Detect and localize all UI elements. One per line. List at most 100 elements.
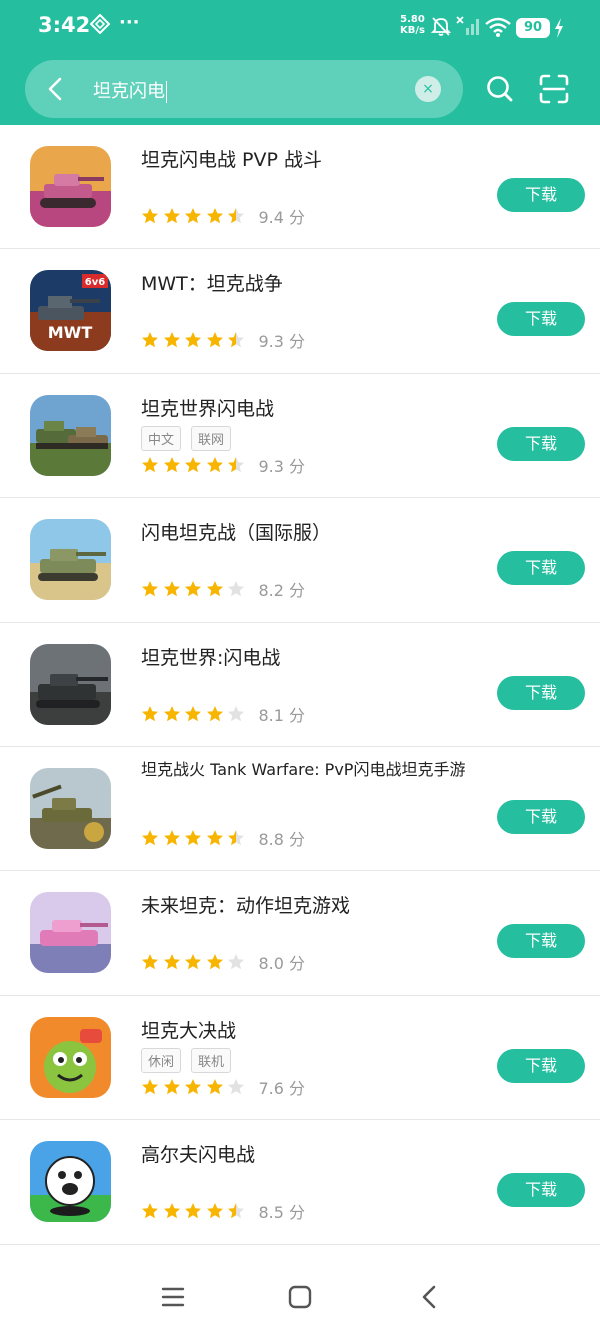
app-icon[interactable] xyxy=(30,767,111,849)
star-full-icon xyxy=(141,953,159,971)
rating-score: 8.5 分 xyxy=(258,1203,306,1223)
scan-icon[interactable] xyxy=(539,74,569,108)
star-empty-icon xyxy=(227,705,245,723)
star-full-icon xyxy=(163,207,181,225)
list-item[interactable]: 坦克世界闪电战 中文 联网 9.3 分 下载 xyxy=(0,374,600,499)
home-icon[interactable] xyxy=(288,1285,312,1313)
star-full-icon xyxy=(206,456,224,474)
star-full-icon xyxy=(163,331,181,349)
app-icon[interactable] xyxy=(30,892,111,974)
rating-score: 9.3 分 xyxy=(258,456,306,476)
star-full-icon xyxy=(184,331,202,349)
download-button[interactable]: 下载 xyxy=(497,178,585,212)
star-half-icon xyxy=(227,456,245,474)
app-name[interactable]: 闪电坦克战（国际服） xyxy=(141,520,481,546)
download-button[interactable]: 下载 xyxy=(497,924,585,959)
app-icon[interactable] xyxy=(30,146,111,227)
app-name[interactable]: 坦克世界闪电战 xyxy=(141,396,481,422)
list-item[interactable]: 未来坦克：动作坦克游戏 8.0 分 下载 xyxy=(0,871,600,996)
app-tags: 休闲 联机 xyxy=(141,1047,241,1073)
star-full-icon xyxy=(184,207,202,225)
star-full-icon xyxy=(206,1202,224,1220)
list-item[interactable]: 闪电坦克战（国际服） 8.2 分 下载 xyxy=(0,498,600,623)
clear-icon[interactable]: × xyxy=(415,76,441,102)
search-box[interactable]: 坦克闪电 × xyxy=(25,60,463,118)
star-full-icon xyxy=(184,456,202,474)
wifi-icon xyxy=(485,17,511,41)
app-icon[interactable] xyxy=(30,1016,111,1098)
app-name[interactable]: 坦克大决战 xyxy=(141,1018,481,1044)
more-notifications-icon: ··· xyxy=(119,12,140,33)
star-half-icon xyxy=(227,1202,245,1220)
download-button[interactable]: 下载 xyxy=(497,1048,585,1083)
star-full-icon xyxy=(163,456,181,474)
list-item[interactable]: 坦克战火 Tank Warfare: PvP闪电战坦克手游 8.8 分 下载 xyxy=(0,747,600,872)
app-icon[interactable]: 6v6 MWT xyxy=(30,270,111,352)
text-caret xyxy=(166,81,167,103)
rating-score: 8.0 分 xyxy=(258,954,306,974)
rating-score: 8.1 分 xyxy=(258,705,306,725)
app-tag: 休闲 xyxy=(141,1047,182,1073)
app-icon[interactable] xyxy=(30,519,111,601)
app-name[interactable]: 坦克战火 Tank Warfare: PvP闪电战坦克手游 xyxy=(141,758,481,781)
star-full-icon xyxy=(184,580,202,598)
list-item[interactable]: 坦克闪电战 PVP 战斗 9.4 分 下载 xyxy=(0,125,600,250)
star-full-icon xyxy=(141,1078,159,1096)
list-item[interactable]: 坦克大决战 休闲 联机 7.6 分 下载 xyxy=(0,996,600,1121)
download-button[interactable]: 下载 xyxy=(497,551,585,586)
status-bar: 3:42 ··· 5.80 KB/s 90 xyxy=(0,0,600,56)
search-input[interactable]: 坦克闪电 xyxy=(93,77,167,103)
app-name[interactable]: 未来坦克：动作坦克游戏 xyxy=(141,893,481,919)
star-full-icon xyxy=(163,829,181,847)
app-icon[interactable] xyxy=(30,394,111,476)
app-name[interactable]: MWT：坦克战争 xyxy=(141,271,481,297)
app-icon[interactable] xyxy=(30,643,111,725)
rating: 9.4 分 xyxy=(141,205,305,227)
star-full-icon xyxy=(163,953,181,971)
rating: 9.3 分 xyxy=(141,454,305,476)
rating: 8.8 分 xyxy=(141,827,305,849)
app-name[interactable]: 坦克世界:闪电战 xyxy=(141,645,481,671)
star-full-icon xyxy=(184,953,202,971)
rating: 8.1 分 xyxy=(141,703,305,725)
menu-icon[interactable] xyxy=(161,1285,185,1313)
app-tag: 中文 xyxy=(141,425,182,451)
star-half-icon xyxy=(227,207,245,225)
app-name[interactable]: 高尔夫闪电战 xyxy=(141,1142,481,1168)
star-full-icon xyxy=(163,580,181,598)
nav-back-icon[interactable] xyxy=(418,1284,440,1314)
star-full-icon xyxy=(206,580,224,598)
list-item[interactable]: 6v6 MWT MWT：坦克战争 9.3 分 下载 xyxy=(0,249,600,374)
rating-score: 9.3 分 xyxy=(258,332,306,352)
app-icon[interactable] xyxy=(30,1141,111,1223)
app-name[interactable]: 坦克闪电战 PVP 战斗 xyxy=(141,147,481,173)
download-button[interactable]: 下载 xyxy=(497,302,585,337)
app-tags: 中文 联网 xyxy=(141,425,241,451)
star-full-icon xyxy=(184,705,202,723)
star-full-icon xyxy=(206,705,224,723)
star-full-icon xyxy=(163,705,181,723)
svg-text:MWT: MWT xyxy=(48,323,93,342)
star-full-icon xyxy=(141,1202,159,1220)
list-item[interactable]: 坦克世界:闪电战 8.1 分 下载 xyxy=(0,623,600,747)
download-button[interactable]: 下载 xyxy=(497,675,585,710)
download-button[interactable]: 下载 xyxy=(497,799,585,834)
star-full-icon xyxy=(184,1078,202,1096)
star-full-icon xyxy=(141,705,159,723)
download-button[interactable]: 下载 xyxy=(497,426,585,461)
mute-icon xyxy=(430,15,452,41)
back-icon[interactable] xyxy=(43,76,69,106)
battery-level: 90 xyxy=(516,18,550,38)
svg-text:6v6: 6v6 xyxy=(85,277,105,288)
app-tag: 联机 xyxy=(191,1047,232,1073)
download-button[interactable]: 下载 xyxy=(497,1173,585,1208)
star-full-icon xyxy=(163,1078,181,1096)
star-empty-icon xyxy=(227,1078,245,1096)
search-query: 坦克闪电 xyxy=(93,81,165,102)
location-icon xyxy=(89,13,111,38)
list-item[interactable]: 高尔夫闪电战 8.5 分 下载 xyxy=(0,1120,600,1245)
app-tag: 联网 xyxy=(191,425,232,451)
rating-score: 9.4 分 xyxy=(258,208,306,227)
system-nav-bar xyxy=(0,1268,600,1333)
search-icon[interactable] xyxy=(486,75,514,107)
